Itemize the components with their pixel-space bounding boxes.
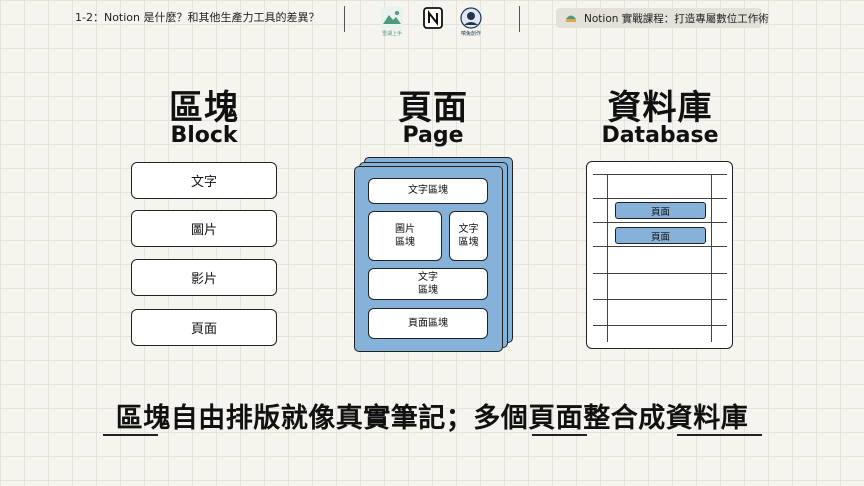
database-grid-line xyxy=(593,273,727,274)
database-grid-line xyxy=(593,198,727,199)
block-item-text: 文字 xyxy=(131,162,277,199)
database-grid-line xyxy=(593,325,727,326)
block-item-video: 影片 xyxy=(131,259,277,296)
page-heading-en: Page xyxy=(402,123,464,148)
course-title: Notion 實戰課程：打造專屬數位工作術 xyxy=(584,12,769,25)
block-item-page: 頁面 xyxy=(131,309,277,346)
database-row-page: 頁面 xyxy=(615,227,706,244)
page-heading-zh: 頁面 xyxy=(398,88,468,128)
page-card-text-block-small: 文字 區塊 xyxy=(449,211,488,261)
database-grid-line xyxy=(711,174,712,342)
database-row-page: 頁面 xyxy=(615,202,706,219)
caption-underline xyxy=(532,434,587,436)
database-grid-line xyxy=(593,174,727,175)
course-badge: Notion 實戰課程：打造專屬數位工作術 xyxy=(556,8,769,28)
database-grid-line xyxy=(593,222,727,223)
mountain-logo-icon xyxy=(381,7,403,29)
block-heading-zh: 區塊 xyxy=(169,88,239,128)
page-card-page-block: 頁面區塊 xyxy=(368,308,488,339)
block-item-image: 圖片 xyxy=(131,210,277,247)
page-card-text-block: 文字區塊 xyxy=(368,178,488,204)
database-grid-line xyxy=(593,246,727,247)
avatar-logo-icon xyxy=(460,7,482,29)
database-heading-en: Database xyxy=(601,123,719,148)
database-heading-zh: 資料庫 xyxy=(607,88,713,128)
lesson-title: 1-2：Notion 是什麼？和其他生產力工具的差異？ xyxy=(75,11,320,24)
header-divider xyxy=(519,6,520,32)
header-divider xyxy=(344,6,345,32)
caption: 區塊自由排版就像真實筆記；多個頁面整合成資料庫 xyxy=(115,403,749,434)
block-heading-en: Block xyxy=(170,123,238,148)
notion-logo-icon xyxy=(422,7,444,29)
course-logo-icon xyxy=(564,9,578,28)
database-grid-line xyxy=(593,299,727,300)
caption-underline xyxy=(103,434,158,436)
database-table: 頁面 頁面 xyxy=(586,161,733,349)
mountain-logo-label: 雪湖上手 xyxy=(381,31,402,37)
caption-underline xyxy=(677,434,762,436)
page-card-image-block: 圖片 區塊 xyxy=(368,211,442,261)
page-card-text-block-wide: 文字 區塊 xyxy=(368,268,488,300)
avatar-logo-label: 噴兔創作 xyxy=(460,31,481,37)
database-grid-line xyxy=(607,174,608,342)
